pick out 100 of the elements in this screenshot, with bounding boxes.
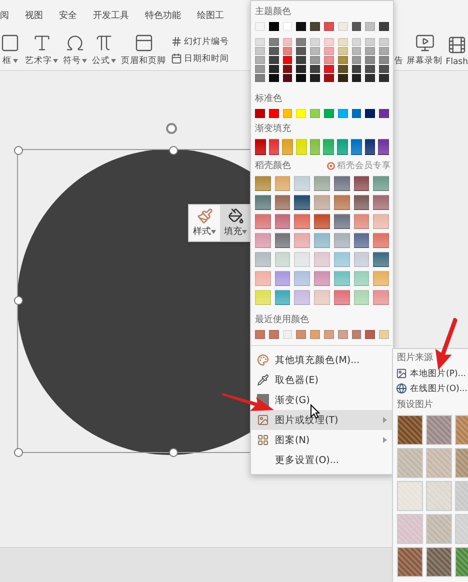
gradient-swatch[interactable]: [314, 195, 330, 210]
texture-swatch[interactable]: [397, 481, 423, 511]
color-swatch[interactable]: [282, 38, 292, 46]
gradient-swatch[interactable]: [334, 252, 350, 267]
color-swatch[interactable]: [379, 65, 389, 73]
gradient-swatch[interactable]: [294, 176, 310, 191]
gradient-swatch[interactable]: [294, 290, 310, 305]
gradient-swatch[interactable]: [323, 139, 334, 155]
gradient-swatch[interactable]: [354, 233, 370, 248]
color-swatch[interactable]: [338, 74, 348, 82]
color-swatch[interactable]: [282, 65, 292, 73]
ribbon-tab[interactable]: 阅: [0, 8, 9, 22]
color-swatch[interactable]: [365, 74, 376, 82]
color-swatch[interactable]: [268, 38, 279, 46]
color-swatch[interactable]: [338, 47, 348, 55]
menu-item[interactable]: 在线图片(O)...: [393, 381, 468, 396]
color-swatch[interactable]: [296, 109, 306, 118]
gradient-swatch[interactable]: [350, 139, 362, 155]
color-swatch[interactable]: [338, 109, 348, 118]
texture-swatch[interactable]: [426, 448, 452, 478]
color-swatch[interactable]: [365, 109, 376, 118]
gradient-swatch[interactable]: [255, 233, 271, 248]
rotate-handle[interactable]: [166, 123, 177, 134]
color-swatch[interactable]: [352, 74, 362, 82]
color-swatch[interactable]: [310, 109, 320, 118]
texture-swatch[interactable]: [397, 514, 423, 544]
gradient-swatch[interactable]: [354, 195, 370, 210]
ribbon-tab[interactable]: 安全: [59, 8, 77, 22]
color-swatch[interactable]: [379, 38, 389, 46]
color-swatch[interactable]: [365, 38, 376, 46]
color-swatch[interactable]: [255, 38, 265, 46]
gradient-swatch[interactable]: [255, 195, 271, 210]
toolbar-button[interactable]: 样式: [189, 205, 220, 241]
menu-item[interactable]: 本地图片(P)...: [393, 366, 468, 381]
gradient-swatch[interactable]: [334, 195, 350, 210]
resize-handle[interactable]: [169, 448, 178, 457]
gradient-swatch[interactable]: [337, 139, 348, 155]
color-swatch[interactable]: [268, 74, 279, 82]
gradient-swatch[interactable]: [268, 139, 280, 155]
color-swatch[interactable]: [296, 47, 306, 55]
toolbar-button[interactable]: 公式: [92, 33, 116, 67]
menu-item[interactable]: 更多设置(O)...: [251, 450, 393, 470]
ribbon-tab[interactable]: 绘图工: [197, 8, 224, 22]
resize-handle[interactable]: [14, 146, 23, 155]
gradient-swatch[interactable]: [354, 252, 370, 267]
color-swatch[interactable]: [255, 65, 265, 73]
gradient-swatch[interactable]: [274, 271, 290, 286]
gradient-swatch[interactable]: [334, 233, 350, 248]
color-swatch[interactable]: [352, 330, 362, 339]
color-swatch[interactable]: [268, 22, 279, 31]
color-swatch[interactable]: [310, 330, 320, 339]
color-swatch[interactable]: [282, 47, 292, 55]
texture-swatch[interactable]: [426, 415, 452, 445]
color-swatch[interactable]: [255, 330, 265, 339]
color-swatch[interactable]: [365, 22, 376, 31]
texture-swatch[interactable]: [397, 547, 423, 577]
color-swatch[interactable]: [352, 109, 362, 118]
gradient-swatch[interactable]: [354, 214, 370, 229]
gradient-swatch[interactable]: [378, 139, 389, 155]
gradient-swatch[interactable]: [274, 233, 290, 248]
color-swatch[interactable]: [379, 330, 389, 339]
toolbar-button[interactable]: 符号: [63, 33, 87, 67]
resize-handle[interactable]: [14, 448, 23, 457]
color-swatch[interactable]: [296, 38, 306, 46]
toolbar-button[interactable]: 幻灯片编号: [171, 36, 229, 48]
color-swatch[interactable]: [310, 74, 320, 82]
color-swatch[interactable]: [310, 38, 320, 46]
gradient-swatch[interactable]: [294, 195, 310, 210]
gradient-swatch[interactable]: [314, 252, 330, 267]
gradient-swatch[interactable]: [255, 214, 271, 229]
gradient-swatch[interactable]: [294, 233, 310, 248]
color-swatch[interactable]: [310, 56, 320, 64]
gradient-swatch[interactable]: [294, 252, 310, 267]
gradient-swatch[interactable]: [373, 176, 389, 191]
color-swatch[interactable]: [324, 56, 334, 64]
color-swatch[interactable]: [379, 22, 389, 31]
color-swatch[interactable]: [352, 22, 362, 31]
color-swatch[interactable]: [310, 22, 320, 31]
color-swatch[interactable]: [255, 109, 265, 118]
texture-swatch[interactable]: [426, 547, 452, 577]
gradient-swatch[interactable]: [274, 176, 290, 191]
toolbar-button[interactable]: 日期和时间: [171, 52, 229, 64]
gradient-swatch[interactable]: [314, 176, 330, 191]
color-swatch[interactable]: [324, 74, 334, 82]
gradient-swatch[interactable]: [296, 139, 307, 155]
color-swatch[interactable]: [282, 330, 292, 339]
color-swatch[interactable]: [379, 56, 389, 64]
color-swatch[interactable]: [296, 330, 306, 339]
gradient-swatch[interactable]: [373, 271, 389, 286]
color-swatch[interactable]: [268, 56, 279, 64]
color-swatch[interactable]: [324, 109, 334, 118]
gradient-swatch[interactable]: [310, 139, 320, 155]
color-swatch[interactable]: [255, 74, 265, 82]
gradient-swatch[interactable]: [294, 214, 310, 229]
gradient-swatch[interactable]: [373, 252, 389, 267]
color-swatch[interactable]: [365, 47, 376, 55]
color-swatch[interactable]: [365, 65, 376, 73]
toolbar-button[interactable]: 告: [394, 55, 404, 67]
texture-swatch[interactable]: [397, 415, 423, 445]
color-swatch[interactable]: [310, 65, 320, 73]
